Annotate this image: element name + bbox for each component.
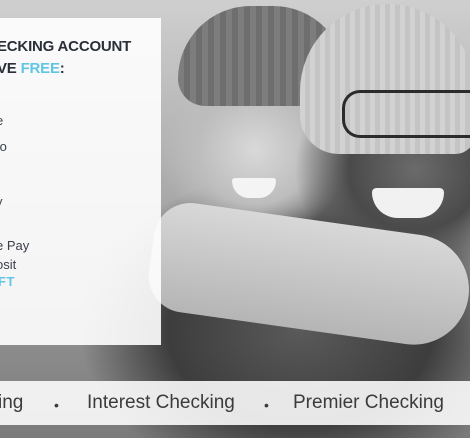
account-type-bar: ing • Interest Checking • Premier Checki…: [0, 381, 470, 425]
separator-dot: •: [264, 397, 269, 413]
headline-free-accent: FREE: [20, 60, 60, 77]
headline-colon: :: [59, 60, 65, 77]
benefit-item: osit: [0, 257, 17, 272]
benefit-item: to: [0, 139, 7, 154]
separator-dot: •: [54, 397, 59, 413]
headline-line-2: VE FREE:: [0, 58, 131, 80]
account-link-premier-checking[interactable]: Premier Checking: [293, 392, 444, 414]
account-link-checking[interactable]: ing: [0, 392, 23, 414]
benefit-item: e Pay: [0, 238, 30, 253]
headline-prefix: VE: [0, 60, 17, 77]
father-smile: [372, 188, 444, 218]
promo-cta-link[interactable]: FT: [0, 274, 15, 289]
headline-line-1: ECKING ACCOUNT: [0, 38, 132, 55]
child-sleeve: [143, 198, 470, 352]
promo-headline: ECKING ACCOUNT VE FREE:: [0, 36, 131, 80]
promo-panel: ECKING ACCOUNT VE FREE: e to y e Pay osi…: [0, 18, 161, 345]
account-link-interest-checking[interactable]: Interest Checking: [87, 392, 235, 414]
father-glasses: [342, 90, 470, 138]
benefit-item: e: [0, 112, 3, 130]
benefit-item: y: [0, 193, 3, 211]
child-smile: [232, 178, 276, 198]
